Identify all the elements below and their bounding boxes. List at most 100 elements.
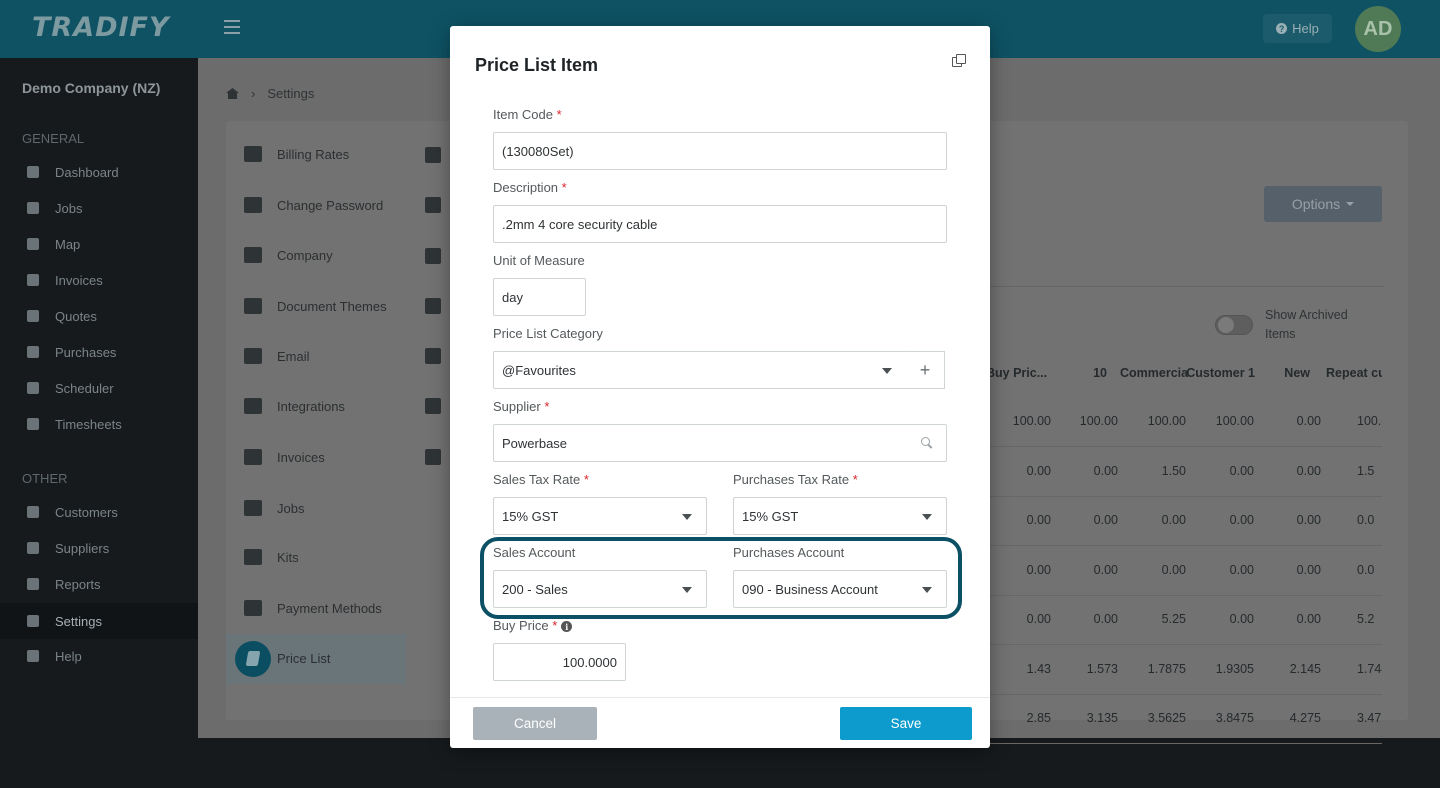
settings-item-kits[interactable]: Kits (244, 542, 299, 572)
table-cell[interactable]: 0.00 (1058, 612, 1118, 626)
settings-item-company[interactable]: Company (244, 240, 333, 270)
settings-item-integrations[interactable]: Integrations (244, 391, 345, 421)
search-icon[interactable] (921, 437, 932, 448)
sidebar-item-suppliers[interactable]: Suppliers (0, 530, 198, 566)
table-cell[interactable]: 1.43 (991, 662, 1051, 676)
table-cell[interactable]: 0.00 (1058, 513, 1118, 527)
price-list-category-select[interactable]: @Favourites (493, 351, 907, 389)
dollar-icon[interactable] (425, 398, 441, 414)
calendar-icon[interactable] (425, 298, 441, 314)
unit-of-measure-input[interactable]: day (493, 278, 586, 316)
table-cell[interactable]: 5.25 (1126, 612, 1186, 626)
percent-icon[interactable] (425, 147, 441, 163)
sidebar-item-quotes[interactable]: Quotes (0, 298, 198, 334)
cart-icon[interactable] (425, 197, 441, 213)
sidebar-item-invoices[interactable]: Invoices (0, 262, 198, 298)
table-cell[interactable]: 3.47 (1357, 711, 1382, 725)
table-cell[interactable]: 100.00 (991, 414, 1051, 428)
table-cell[interactable]: 0.00 (1058, 563, 1118, 577)
table-cell[interactable]: 0.00 (1058, 464, 1118, 478)
tradify-logo[interactable]: TRADIFY (32, 12, 170, 43)
hamburger-menu-icon[interactable] (224, 20, 240, 38)
buy-price-input[interactable]: 100.0000 (493, 643, 626, 681)
avatar[interactable]: AD (1355, 6, 1401, 52)
item-code-input[interactable]: (130080Set) (493, 132, 947, 170)
table-cell[interactable]: 4.275 (1261, 711, 1321, 725)
settings-item-jobs[interactable]: Jobs (244, 493, 304, 523)
add-category-button[interactable]: + (906, 351, 945, 389)
table-cell[interactable]: 1.5 (1357, 464, 1382, 478)
sidebar-item-customers[interactable]: Customers (0, 494, 198, 530)
column-header[interactable]: Buy Pric... (986, 366, 1047, 380)
home-icon[interactable] (226, 88, 239, 99)
table-cell[interactable]: 0.0 (1357, 563, 1382, 577)
sidebar-item-reports[interactable]: Reports (0, 566, 198, 602)
sidebar-item-settings[interactable]: Settings (0, 603, 198, 639)
table-cell[interactable]: 1.573 (1058, 662, 1118, 676)
sidebar-item-timesheets[interactable]: Timesheets (0, 406, 198, 442)
settings-item-payment-methods[interactable]: Payment Methods (244, 593, 382, 623)
settings-item-invoices[interactable]: Invoices (244, 442, 325, 472)
column-header[interactable]: 10 (1060, 366, 1107, 380)
sidebar-item-map[interactable]: Map (0, 226, 198, 262)
table-cell[interactable]: 2.85 (991, 711, 1051, 725)
clock-icon[interactable] (425, 449, 441, 465)
settings-item-change-password[interactable]: Change Password (244, 190, 383, 220)
table-cell[interactable]: 100.00 (1058, 414, 1118, 428)
table-cell[interactable]: 100.0 (1357, 414, 1382, 428)
table-cell[interactable]: 0.00 (1261, 513, 1321, 527)
description-input[interactable]: .2mm 4 core security cable (493, 205, 947, 243)
table-cell[interactable]: 0.00 (1194, 563, 1254, 577)
purchases-tax-rate-select[interactable]: 15% GST (733, 497, 947, 535)
table-cell[interactable]: 1.7875 (1126, 662, 1186, 676)
show-archived-toggle[interactable] (1215, 315, 1253, 335)
sidebar-item-help[interactable]: Help (0, 638, 198, 674)
table-cell[interactable]: 0.00 (1194, 612, 1254, 626)
table-cell[interactable]: 0.00 (991, 563, 1051, 577)
table-cell[interactable]: 0.00 (1126, 513, 1186, 527)
sidebar-item-scheduler[interactable]: Scheduler (0, 370, 198, 406)
settings-item-document-themes[interactable]: Document Themes (244, 291, 387, 321)
purchases-account-select[interactable]: 090 - Business Account (733, 570, 947, 608)
table-cell[interactable]: 0.0 (1357, 513, 1382, 527)
cancel-button[interactable]: Cancel (473, 707, 597, 740)
table-cell[interactable]: 0.00 (1261, 563, 1321, 577)
supplier-search-input[interactable]: Powerbase (493, 424, 947, 462)
table-cell[interactable]: 100.00 (1126, 414, 1186, 428)
sales-account-select[interactable]: 200 - Sales (493, 570, 707, 608)
column-header[interactable]: Commercia (1120, 366, 1188, 380)
column-header[interactable]: New (1270, 366, 1310, 380)
table-cell[interactable]: 0.00 (991, 612, 1051, 626)
table-cell[interactable]: 1.50 (1126, 464, 1186, 478)
sidebar-item-dashboard[interactable]: Dashboard (0, 154, 198, 190)
options-button[interactable]: Options (1264, 186, 1382, 222)
help-button[interactable]: ? Help (1263, 14, 1332, 43)
calculator-icon[interactable] (425, 248, 441, 264)
table-cell[interactable]: 0.00 (991, 464, 1051, 478)
table-cell[interactable]: 100.00 (1194, 414, 1254, 428)
table-cell[interactable]: 0.00 (1261, 414, 1321, 428)
sidebar-item-purchases[interactable]: Purchases (0, 334, 198, 370)
sidebar-item-jobs[interactable]: Jobs (0, 190, 198, 226)
table-cell[interactable]: 2.145 (1261, 662, 1321, 676)
save-button[interactable]: Save (840, 707, 972, 740)
info-icon[interactable]: i (561, 621, 573, 633)
table-cell[interactable]: 3.8475 (1194, 711, 1254, 725)
table-cell[interactable]: 1.9305 (1194, 662, 1254, 676)
table-cell[interactable]: 0.00 (991, 513, 1051, 527)
table-cell[interactable]: 3.135 (1058, 711, 1118, 725)
table-cell[interactable]: 0.00 (1194, 464, 1254, 478)
sales-tax-rate-select[interactable]: 15% GST (493, 497, 707, 535)
users-icon[interactable] (425, 348, 441, 364)
table-cell[interactable]: 3.5625 (1126, 711, 1186, 725)
table-cell[interactable]: 1.744 (1357, 662, 1382, 676)
settings-item-billing-rates[interactable]: Billing Rates (244, 139, 349, 169)
table-cell[interactable]: 0.00 (1194, 513, 1254, 527)
table-cell[interactable]: 5.2 (1357, 612, 1382, 626)
column-header[interactable]: Customer 1 (1185, 366, 1255, 380)
table-cell[interactable]: 0.00 (1126, 563, 1186, 577)
table-cell[interactable]: 0.00 (1261, 464, 1321, 478)
table-cell[interactable]: 0.00 (1261, 612, 1321, 626)
popout-icon[interactable] (952, 54, 966, 67)
column-header[interactable]: Repeat cu (1326, 366, 1382, 380)
